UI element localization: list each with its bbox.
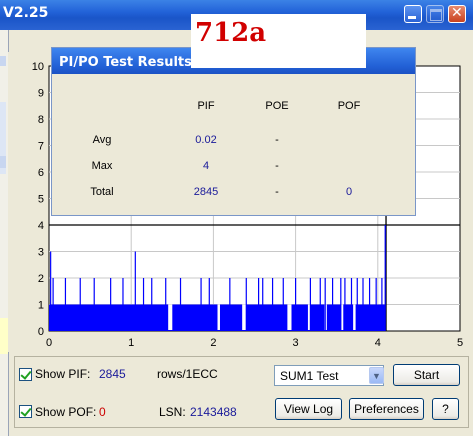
x-tick-label: 4 bbox=[375, 337, 381, 349]
popup-title: PI/PO Test Results bbox=[59, 55, 192, 70]
show-pif-checkbox[interactable] bbox=[19, 368, 32, 381]
test-results-popup: PI/PO Test Results PIF POE POF Avg 0.02 … bbox=[51, 47, 416, 216]
pif-gap bbox=[287, 304, 292, 330]
max-poe: - bbox=[275, 160, 279, 172]
x-tick-label: 3 bbox=[293, 337, 299, 349]
close-icon: ✕ bbox=[451, 5, 463, 21]
label-overlay: 712a bbox=[191, 14, 366, 68]
avg-pif: 0.02 bbox=[195, 134, 217, 146]
maximize-button[interactable] bbox=[426, 5, 444, 23]
row-label-total: Total bbox=[90, 186, 114, 198]
pif-gap bbox=[242, 304, 247, 330]
pif-gap bbox=[217, 304, 220, 330]
total-poe: - bbox=[275, 186, 279, 198]
show-pof-value: 0 bbox=[99, 405, 106, 419]
minimize-button[interactable] bbox=[404, 5, 422, 23]
lsn-label: LSN: bbox=[159, 405, 186, 419]
close-button[interactable]: ✕ bbox=[448, 5, 466, 23]
x-tick-label: 0 bbox=[46, 337, 52, 349]
y-tick-label: 1 bbox=[38, 300, 44, 312]
start-button[interactable]: Start bbox=[393, 364, 460, 386]
test-type-select[interactable]: SUM1 Test ▼ bbox=[274, 365, 384, 386]
show-pof-label: Show POF: bbox=[35, 405, 97, 419]
col-header-pof: POF bbox=[337, 100, 361, 112]
pif-gap bbox=[353, 304, 356, 330]
show-pif-label: Show PIF: bbox=[35, 367, 91, 381]
avg-poe: - bbox=[275, 134, 279, 146]
lsn-value: 2143488 bbox=[190, 405, 237, 419]
chevron-down-icon[interactable]: ▼ bbox=[369, 367, 384, 384]
preferences-button[interactable]: Preferences bbox=[349, 398, 424, 420]
col-header-poe: POE bbox=[265, 100, 289, 112]
window-title: V2.25 bbox=[3, 5, 49, 21]
y-tick-label: 5 bbox=[38, 194, 44, 206]
y-tick-label: 0 bbox=[38, 326, 44, 338]
y-tick-label: 10 bbox=[32, 61, 44, 73]
y-tick-label: 8 bbox=[38, 114, 44, 126]
x-tick-label: 5 bbox=[457, 337, 463, 349]
y-tick-label: 4 bbox=[38, 220, 44, 232]
maximize-icon bbox=[430, 9, 442, 21]
help-button[interactable]: ? bbox=[432, 398, 459, 420]
x-tick-label: 2 bbox=[210, 337, 216, 349]
y-tick-label: 9 bbox=[38, 88, 44, 100]
minimize-icon bbox=[408, 16, 416, 19]
total-pif: 2845 bbox=[193, 186, 219, 198]
y-tick-label: 2 bbox=[38, 273, 44, 285]
label-text: 712a bbox=[195, 18, 267, 48]
pif-baseline-band bbox=[49, 304, 386, 331]
y-tick-label: 7 bbox=[38, 141, 44, 153]
total-pof: 0 bbox=[345, 186, 353, 198]
y-tick-label: 6 bbox=[38, 167, 44, 179]
max-pif: 4 bbox=[202, 160, 210, 172]
y-tick-label: 3 bbox=[38, 247, 44, 259]
test-type-value: SUM1 Test bbox=[280, 369, 339, 383]
view-log-button[interactable]: View Log bbox=[275, 398, 342, 420]
row-label-avg: Avg bbox=[92, 134, 112, 146]
row-label-max: Max bbox=[91, 160, 113, 172]
rows-ecc-label: rows/1ECC bbox=[157, 367, 218, 381]
x-tick-label: 1 bbox=[128, 337, 134, 349]
pif-gap bbox=[168, 304, 173, 330]
show-pof-checkbox[interactable] bbox=[19, 405, 32, 418]
col-header-pif: PIF bbox=[197, 100, 215, 112]
show-pif-value: 2845 bbox=[99, 367, 126, 381]
